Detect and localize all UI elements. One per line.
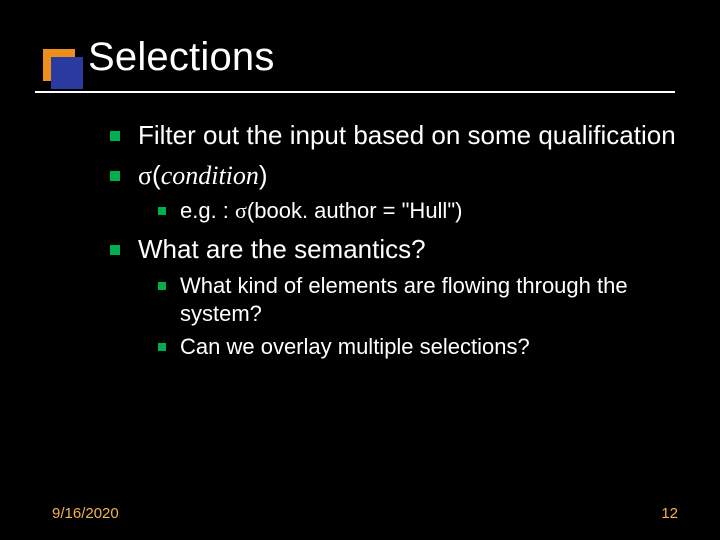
accent-blue-square xyxy=(51,57,83,89)
subitem-prefix: e.g. : xyxy=(180,198,235,223)
bullet-subitem: What kind of elements are flowing throug… xyxy=(158,272,690,329)
bullet-text: Filter out the input based on some quali… xyxy=(138,120,676,150)
title-underline xyxy=(35,91,675,93)
bullet-list-level2: e.g. : σ(book. author = "Hull") xyxy=(158,197,690,226)
slide-body: Filter out the input based on some quali… xyxy=(110,120,690,370)
bullet-item: σ(condition) e.g. : σ(book. author = "Hu… xyxy=(110,160,690,226)
subitem-text: What kind of elements are flowing throug… xyxy=(180,273,628,327)
bullet-list-level1: Filter out the input based on some quali… xyxy=(110,120,690,362)
bullet-subitem: e.g. : σ(book. author = "Hull") xyxy=(158,197,690,226)
subitem-text: Can we overlay multiple selections? xyxy=(180,334,530,359)
subitem-rest: (book. author = "Hull") xyxy=(247,198,463,223)
bullet-item: What are the semantics? What kind of ele… xyxy=(110,234,690,362)
paren-close: ) xyxy=(259,160,268,190)
bullet-list-level2: What kind of elements are flowing throug… xyxy=(158,272,690,362)
bullet-subitem: Can we overlay multiple selections? xyxy=(158,333,690,362)
bullet-item: Filter out the input based on some quali… xyxy=(110,120,690,152)
title-accent-icon xyxy=(43,49,83,89)
paren-open: ( xyxy=(152,160,161,190)
footer-page-number: 12 xyxy=(661,505,678,522)
bullet-text: What are the semantics? xyxy=(138,234,426,264)
sigma-symbol: σ xyxy=(138,161,152,190)
condition-arg: condition xyxy=(161,161,259,190)
sigma-symbol: σ xyxy=(235,198,247,223)
slide-title: Selections xyxy=(88,35,275,80)
footer-date: 9/16/2020 xyxy=(52,505,119,522)
